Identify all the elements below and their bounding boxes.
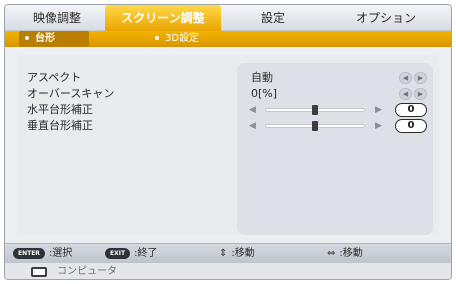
key-hint-bar: ENTER:選択 EXIT:終了 ⇕:移動 ⇔:移動 bbox=[5, 243, 451, 263]
vertical-keystone-value: 0 bbox=[395, 119, 427, 133]
slider-knob[interactable] bbox=[312, 105, 318, 115]
hint-select: ENTER:選択 bbox=[13, 247, 72, 261]
hint-exit: EXIT:終了 bbox=[105, 247, 157, 261]
aspect-label: アスペクト bbox=[27, 71, 82, 84]
hint-exit-label: :終了 bbox=[134, 248, 158, 259]
row-horizontal-keystone[interactable]: 水平台形補正 ◀ ▶ 0 bbox=[27, 103, 431, 117]
vertical-keystone-slider[interactable]: ◀ ▶ 0 bbox=[249, 119, 429, 133]
hint-move-vertical-label: :移動 bbox=[231, 248, 255, 259]
minus-icon[interactable]: ◀ bbox=[249, 103, 256, 117]
subtab-bar: 台形 3D設定 bbox=[5, 31, 451, 47]
tab-options[interactable]: オプション bbox=[325, 5, 447, 31]
exit-key-icon: EXIT bbox=[105, 247, 131, 259]
aspect-arrows[interactable]: ◀ ▶ bbox=[399, 72, 427, 84]
hint-select-label: :選択 bbox=[48, 248, 73, 259]
horizontal-keystone-slider[interactable]: ◀ ▶ 0 bbox=[249, 103, 429, 117]
slider-track[interactable] bbox=[265, 105, 365, 115]
up-down-arrow-icon: ⇕ bbox=[219, 248, 228, 259]
row-overscan[interactable]: オーバースキャン 0[%] ◀ ▶ bbox=[27, 87, 431, 101]
overscan-arrows[interactable]: ◀ ▶ bbox=[399, 88, 427, 100]
main-tab-bar: 映像調整 スクリーン調整 設定 オプション bbox=[5, 5, 451, 31]
arrow-right-icon[interactable]: ▶ bbox=[414, 72, 427, 84]
row-aspect[interactable]: アスペクト 自動 ◀ ▶ bbox=[27, 71, 431, 85]
subtab-3d-settings[interactable]: 3D設定 bbox=[155, 31, 199, 47]
input-source-label: コンピュータ bbox=[57, 266, 117, 277]
arrow-left-icon[interactable]: ◀ bbox=[399, 72, 412, 84]
subtab-3d-settings-label: 3D設定 bbox=[165, 33, 200, 44]
row-vertical-keystone[interactable]: 垂直台形補正 ◀ ▶ 0 bbox=[27, 119, 431, 133]
aspect-value: 自動 bbox=[251, 71, 273, 84]
arrow-right-icon[interactable]: ▶ bbox=[414, 88, 427, 100]
arrow-left-icon[interactable]: ◀ bbox=[399, 88, 412, 100]
tab-screen-adjust[interactable]: スクリーン調整 bbox=[105, 5, 221, 31]
input-source-bar: コンピュータ bbox=[5, 263, 451, 279]
bullet-icon bbox=[25, 36, 29, 40]
osd-menu-window: 映像調整 スクリーン調整 設定 オプション 台形 3D設定 アスペクト 自動 ◀… bbox=[4, 4, 452, 280]
hint-move-horizontal: ⇔:移動 bbox=[327, 247, 363, 261]
overscan-value: 0[%] bbox=[251, 87, 278, 100]
subtab-keystone[interactable]: 台形 bbox=[19, 31, 89, 47]
plus-icon[interactable]: ▶ bbox=[375, 119, 382, 133]
hint-move-horizontal-label: :移動 bbox=[339, 248, 363, 259]
overscan-label: オーバースキャン bbox=[27, 87, 115, 100]
monitor-icon bbox=[31, 267, 47, 277]
slider-knob[interactable] bbox=[312, 121, 318, 131]
tab-settings[interactable]: 設定 bbox=[221, 5, 325, 31]
subtab-keystone-label: 台形 bbox=[35, 33, 55, 44]
horizontal-keystone-label: 水平台形補正 bbox=[27, 103, 93, 116]
settings-panel: アスペクト 自動 ◀ ▶ オーバースキャン 0[%] ◀ ▶ 水平台形補正 ◀ … bbox=[17, 55, 439, 235]
left-right-arrow-icon: ⇔ bbox=[327, 248, 336, 259]
bullet-icon bbox=[155, 36, 159, 40]
minus-icon[interactable]: ◀ bbox=[249, 119, 256, 133]
tab-picture-adjust[interactable]: 映像調整 bbox=[9, 5, 105, 31]
slider-track[interactable] bbox=[265, 121, 365, 131]
enter-key-icon: ENTER bbox=[13, 247, 45, 259]
hint-move-vertical: ⇕:移動 bbox=[219, 247, 255, 261]
plus-icon[interactable]: ▶ bbox=[375, 103, 382, 117]
vertical-keystone-label: 垂直台形補正 bbox=[27, 119, 93, 132]
horizontal-keystone-value: 0 bbox=[395, 103, 427, 117]
